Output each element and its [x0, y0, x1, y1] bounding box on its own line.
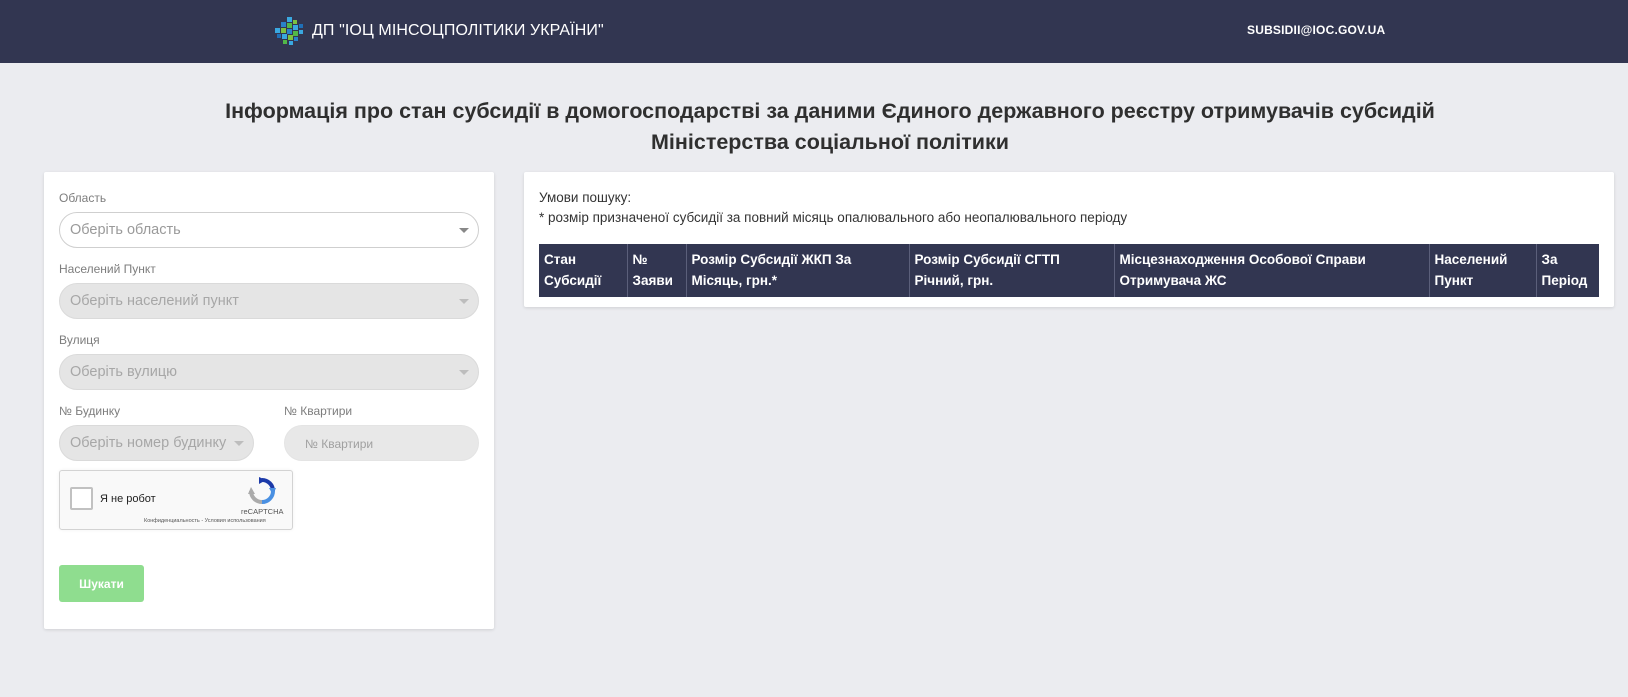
apartment-input-placeholder: № Квартири [305, 437, 374, 451]
recaptcha-links[interactable]: Конфиденциальность - Условия использован… [144, 518, 266, 524]
results-card: Умови пошуку: * розмір призначеної субси… [524, 172, 1614, 307]
page-title: Інформація про стан субсидії в домогоспо… [0, 96, 1628, 158]
house-select-value: Оберіть номер будинку [70, 435, 227, 451]
street-label: Вулиця [59, 333, 100, 347]
page-title-line2: Міністерства соціальної політики [651, 130, 1009, 154]
settlement-select-value: Оберіть населений пункт [70, 293, 239, 309]
org-name: ДП "ІОЦ МІНСОЦПОЛІТИКИ УКРАЇНИ" [312, 22, 604, 39]
house-label: № Будинку [59, 404, 121, 418]
region-label: Область [59, 191, 107, 205]
column-header-period: За Період [1541, 252, 1588, 288]
search-conditions-note: * розмір призначеної субсидії за повний … [539, 210, 1128, 225]
column-header-settlement: Населений Пункт [1429, 244, 1537, 297]
brand[interactable]: ДП "ІОЦ МІНСОЦПОЛІТИКИ УКРАЇНИ" [274, 16, 604, 46]
recaptcha-brand: reCAPTCHA [241, 507, 284, 516]
column-header-status: Стан Субсидії [539, 244, 628, 297]
settlement-select[interactable]: Оберіть населений пункт [59, 283, 479, 319]
apartment-label: № Квартири [284, 404, 353, 418]
chevron-down-icon [234, 441, 244, 446]
region-select-value: Оберіть область [70, 222, 181, 238]
region-select[interactable]: Оберіть область [59, 212, 479, 248]
recaptcha-checkbox[interactable] [70, 487, 93, 510]
column-header-monthly-subsidy: Розмір Субсидії ЖКП За Місяць, грн.* [686, 244, 910, 297]
settlement-label: Населений Пункт [59, 262, 156, 276]
search-conditions-title: Умови пошуку: [539, 190, 632, 205]
apartment-input[interactable]: № Квартири [284, 425, 479, 461]
pixel-logo-icon [275, 17, 303, 45]
column-header-case-location: Місцезнаходження Особової Справи Отримув… [1114, 244, 1430, 297]
chevron-down-icon [459, 370, 469, 375]
recaptcha-logo-icon [248, 477, 276, 504]
results-table: Стан Субсидії № Заяви Розмір Субсидії ЖК… [539, 244, 1599, 297]
chevron-down-icon [459, 228, 469, 233]
contact-email[interactable]: SUBSIDII@IOC.GOV.UA [1247, 23, 1385, 37]
results-table-header: Стан Субсидії № Заяви Розмір Субсидії ЖК… [539, 244, 1599, 297]
page-title-line1: Інформація про стан субсидії в домогоспо… [225, 99, 1435, 123]
house-select[interactable]: Оберіть номер будинку [59, 425, 254, 461]
chevron-down-icon [459, 299, 469, 304]
column-header-annual-subsidy: Розмір Субсидії СГТП Річний, грн. [909, 244, 1115, 297]
search-form-card: Область Оберіть область Населений Пункт … [44, 172, 494, 629]
street-select-value: Оберіть вулицю [70, 364, 178, 380]
recaptcha-label: Я не робот [100, 493, 156, 505]
top-navbar: ДП "ІОЦ МІНСОЦПОЛІТИКИ УКРАЇНИ" SUBSIDII… [0, 0, 1628, 63]
street-select[interactable]: Оберіть вулицю [59, 354, 479, 390]
column-header-application-number: № Заяви [627, 244, 687, 297]
recaptcha-widget: Я не робот reCAPTCHA Конфиденциальность … [59, 470, 293, 530]
search-button[interactable]: Шукати [59, 565, 144, 602]
